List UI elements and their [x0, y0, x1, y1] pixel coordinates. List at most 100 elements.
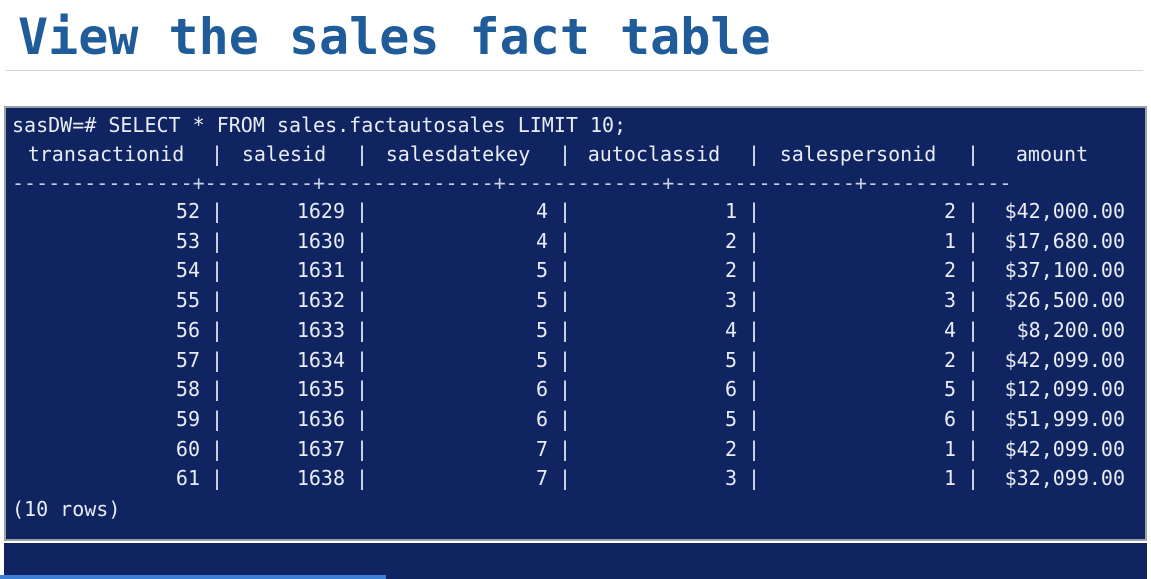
column-divider: |: [967, 258, 980, 283]
column-divider: |: [559, 377, 572, 402]
column-divider: |: [748, 436, 761, 461]
cell-transactionid: 58: [175, 377, 200, 402]
cell-autoclassid: 2: [724, 258, 737, 283]
table-row: 54 1631 5 2 2 $37,100.00 | | | | |: [12, 255, 1136, 285]
column-divider: |: [967, 228, 980, 253]
column-divider: |: [559, 228, 572, 253]
column-divider: |: [967, 199, 980, 223]
column-divider: |: [211, 377, 224, 402]
cell-salespersonid: 3: [943, 288, 956, 313]
cell-transactionid: 60: [175, 436, 200, 461]
cell-salesid: 1631: [296, 258, 345, 283]
table-row: 57 1634 5 5 2 $42,099.00 | | | | |: [12, 345, 1136, 375]
video-progress-bar[interactable]: [0, 575, 1151, 579]
cell-salespersonid: 5: [943, 377, 956, 402]
column-divider: |: [559, 466, 572, 491]
cell-salesdatekey: 4: [535, 228, 548, 253]
column-divider: |: [356, 288, 369, 313]
cell-amount: $42,000.00: [1004, 199, 1125, 223]
column-header-transactionid: transactionid: [27, 142, 185, 166]
column-divider: |: [211, 142, 224, 166]
title-divider: [6, 70, 1143, 71]
cell-salespersonid: 4: [943, 317, 956, 342]
column-divider: |: [559, 142, 572, 166]
column-divider: |: [356, 317, 369, 342]
cell-salespersonid: 2: [943, 199, 956, 223]
cell-autoclassid: 6: [724, 377, 737, 402]
cell-autoclassid: 3: [724, 288, 737, 313]
cell-salespersonid: 2: [943, 347, 956, 372]
cell-autoclassid: 5: [724, 347, 737, 372]
column-divider: |: [967, 288, 980, 313]
column-divider: |: [356, 406, 369, 431]
column-divider: |: [748, 228, 761, 253]
cell-salesdatekey: 7: [535, 466, 548, 491]
column-divider: |: [211, 436, 224, 461]
column-divider: |: [356, 142, 369, 166]
slide-title: View the sales fact table: [18, 8, 771, 66]
column-divider: |: [211, 258, 224, 283]
column-divider: |: [356, 199, 369, 223]
column-divider: |: [967, 142, 980, 166]
column-divider: |: [211, 228, 224, 253]
cell-salesdatekey: 5: [535, 288, 548, 313]
cell-autoclassid: 4: [724, 317, 737, 342]
column-divider: |: [748, 142, 761, 166]
cell-salesdatekey: 5: [535, 258, 548, 283]
column-divider: |: [967, 466, 980, 491]
column-divider: |: [967, 377, 980, 402]
cell-amount: $17,680.00: [1004, 228, 1125, 253]
column-divider: |: [356, 258, 369, 283]
cell-salesdatekey: 5: [535, 347, 548, 372]
cell-salespersonid: 6: [943, 406, 956, 431]
column-divider: |: [748, 466, 761, 491]
table-row: 56 1633 5 4 4 $8,200.00 | | | | |: [12, 315, 1136, 345]
cell-transactionid: 61: [175, 466, 200, 491]
table-row: 60 1637 7 2 1 $42,099.00 | | | | |: [12, 434, 1136, 464]
column-divider: |: [211, 406, 224, 431]
column-header-salespersonid: salespersonid: [779, 142, 937, 166]
cell-salesid: 1636: [296, 406, 345, 431]
cell-amount: $42,099.00: [1004, 347, 1125, 372]
cell-autoclassid: 5: [724, 406, 737, 431]
cell-salespersonid: 1: [943, 436, 956, 461]
cell-salesid: 1629: [296, 199, 345, 223]
cell-amount: $26,500.00: [1004, 288, 1125, 313]
column-divider: |: [559, 436, 572, 461]
slide: View the sales fact table sasDW=# SELECT…: [0, 0, 1151, 579]
cell-salesid: 1633: [296, 317, 345, 342]
cell-salesdatekey: 5: [535, 317, 548, 342]
column-divider: |: [559, 258, 572, 283]
cell-salesdatekey: 4: [535, 199, 548, 223]
column-divider: |: [748, 406, 761, 431]
column-divider: |: [559, 347, 572, 372]
cell-transactionid: 52: [175, 199, 200, 223]
terminal-bottom-area: [4, 543, 1147, 579]
column-divider: |: [748, 288, 761, 313]
cell-salesid: 1638: [296, 466, 345, 491]
column-divider: |: [559, 288, 572, 313]
cell-transactionid: 54: [175, 258, 200, 283]
cell-salesdatekey: 6: [535, 406, 548, 431]
table-row: 52 1629 4 1 2 $42,000.00 | | | | |: [12, 196, 1136, 226]
row-count-footer: (10 rows): [12, 497, 121, 521]
table-row: 59 1636 6 5 6 $51,999.00 | | | | |: [12, 404, 1136, 434]
table-row: 53 1630 4 2 1 $17,680.00 | | | | |: [12, 226, 1136, 256]
table-separator: ---------------+---------+--------------…: [12, 171, 1012, 195]
cell-autoclassid: 3: [724, 466, 737, 491]
cell-autoclassid: 1: [724, 199, 737, 223]
cell-salesid: 1634: [296, 347, 345, 372]
column-divider: |: [356, 347, 369, 372]
column-divider: |: [356, 436, 369, 461]
cell-transactionid: 53: [175, 228, 200, 253]
cell-salespersonid: 2: [943, 258, 956, 283]
video-progress-fill: [0, 575, 386, 579]
column-divider: |: [211, 317, 224, 342]
cell-transactionid: 55: [175, 288, 200, 313]
cell-amount: $51,999.00: [1004, 406, 1125, 431]
cell-autoclassid: 2: [724, 436, 737, 461]
column-divider: |: [211, 288, 224, 313]
column-divider: |: [748, 199, 761, 223]
column-divider: |: [559, 317, 572, 342]
cell-salespersonid: 1: [943, 466, 956, 491]
